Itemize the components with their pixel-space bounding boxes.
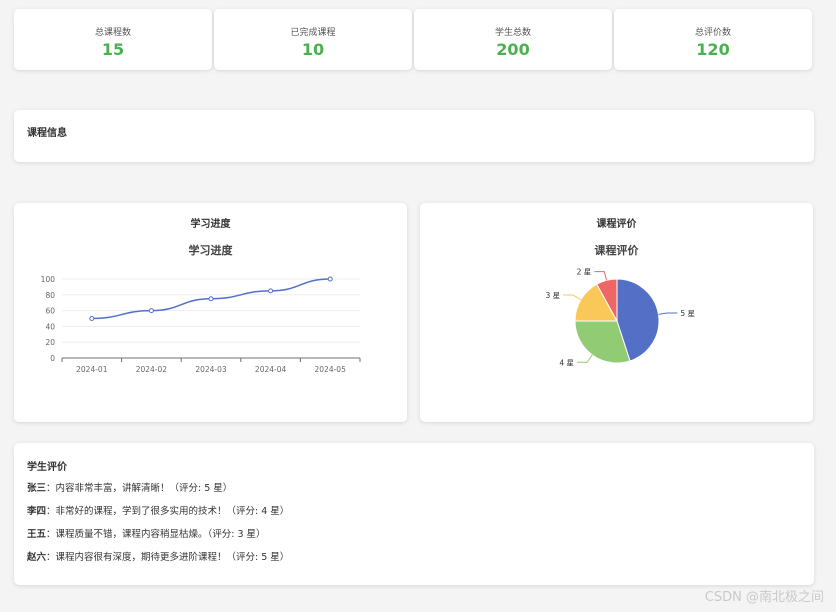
x-tick-label: 2024-05 — [315, 365, 347, 374]
reviews-card: 学生评价 张三：内容非常丰富，讲解清晰！（评分: 5 星） 李四：非常好的课程，… — [14, 443, 814, 585]
y-tick-label: 0 — [50, 354, 55, 363]
course-info-title: 课程信息 — [27, 128, 67, 139]
course-info-card: 课程信息 — [14, 110, 814, 162]
stat-label: 总课程数 — [94, 28, 131, 38]
watermark: CSDN @南北极之间 — [704, 590, 824, 605]
y-tick-label: 80 — [45, 291, 55, 300]
data-point — [89, 316, 95, 321]
data-point — [327, 276, 333, 282]
progress-line-chart: 0 20 40 60 80 100 2024-01 2024-02 2024-03 2024-04… — [41, 275, 361, 374]
x-tick-label: 2024-02 — [136, 365, 168, 374]
review-item: 张三：内容非常丰富，讲解清晰！（评分: 5 星） — [27, 482, 814, 496]
stat-value: 15 — [101, 40, 125, 59]
stat-value: 10 — [301, 40, 325, 59]
review-text: ：内容非常丰富，讲解清晰！（评分: 5 星） — [46, 483, 233, 494]
y-tick-label: 60 — [45, 307, 55, 316]
y-tick-label: 100 — [41, 275, 56, 284]
review-text: ：课程内容很有深度，期待更多进阶课程！（评分: 5 星） — [46, 552, 290, 563]
reviewer-name: 王五 — [27, 529, 47, 540]
review-item: 李四：非常好的课程，学到了很多实用的技术！（评分: 4 星） — [27, 505, 814, 519]
stat-card-total-students: 学生总数 200 — [414, 9, 612, 70]
slice-label: 5 星 — [680, 309, 695, 318]
label-line — [563, 294, 582, 301]
x-tick-label: 2024-04 — [255, 365, 287, 374]
review-item: 赵六：课程内容很有深度，期待更多进阶课程！（评分: 5 星） — [27, 551, 814, 565]
review-text: ：课程质量不错，课程内容稍显枯燥。（评分: 3 星） — [46, 529, 266, 540]
stat-card-completed-courses: 已完成课程 10 — [214, 9, 412, 70]
slice-label: 3 星 — [545, 291, 560, 300]
label-line — [658, 312, 678, 315]
reviewer-name: 李四 — [27, 506, 47, 517]
reviewer-name: 张三 — [27, 483, 47, 494]
y-tick-label: 20 — [45, 338, 55, 347]
progress-chart-card: 学习进度 学习进度 0 20 40 60 80 100 2024-01 2024-02 2024… — [14, 203, 407, 422]
review-text: ：非常好的课程，学到了很多实用的技术！（评分: 4 星） — [46, 506, 290, 517]
rating-chart-card: 课程评价 课程评价 5 星 4 星 3 星 2 星 — [420, 203, 813, 422]
x-tick-label: 2024-01 — [76, 365, 108, 374]
y-tick-label: 40 — [45, 322, 55, 331]
progress-chart-title: 学习进度 — [188, 244, 233, 257]
stat-value: 120 — [696, 40, 730, 59]
data-point — [208, 296, 214, 302]
progress-card-header: 学习进度 — [190, 219, 231, 230]
data-point — [268, 288, 274, 294]
stat-card-total-reviews: 总评价数 120 — [614, 9, 812, 70]
stat-card-total-courses: 总课程数 15 — [14, 9, 212, 70]
reviewer-name: 赵六 — [27, 552, 47, 563]
rating-chart-title: 课程评价 — [594, 244, 639, 257]
x-tick-label: 2024-03 — [195, 365, 227, 374]
reviews-title: 学生评价 — [27, 462, 67, 473]
rating-card-header: 课程评价 — [596, 219, 637, 230]
stat-label: 已完成课程 — [290, 28, 336, 38]
data-point — [148, 308, 154, 314]
review-item: 王五：课程质量不错，课程内容稍显枯燥。（评分: 3 星） — [27, 528, 814, 542]
label-line — [594, 271, 608, 281]
stat-value: 200 — [496, 40, 530, 59]
rating-pie-chart: 5 星 4 星 3 星 2 星 — [545, 268, 695, 368]
stat-label: 总评价数 — [694, 28, 731, 38]
slice-label: 2 星 — [577, 268, 592, 277]
stat-label: 学生总数 — [494, 28, 531, 38]
label-line — [577, 354, 593, 363]
slice-label: 4 星 — [559, 358, 574, 367]
